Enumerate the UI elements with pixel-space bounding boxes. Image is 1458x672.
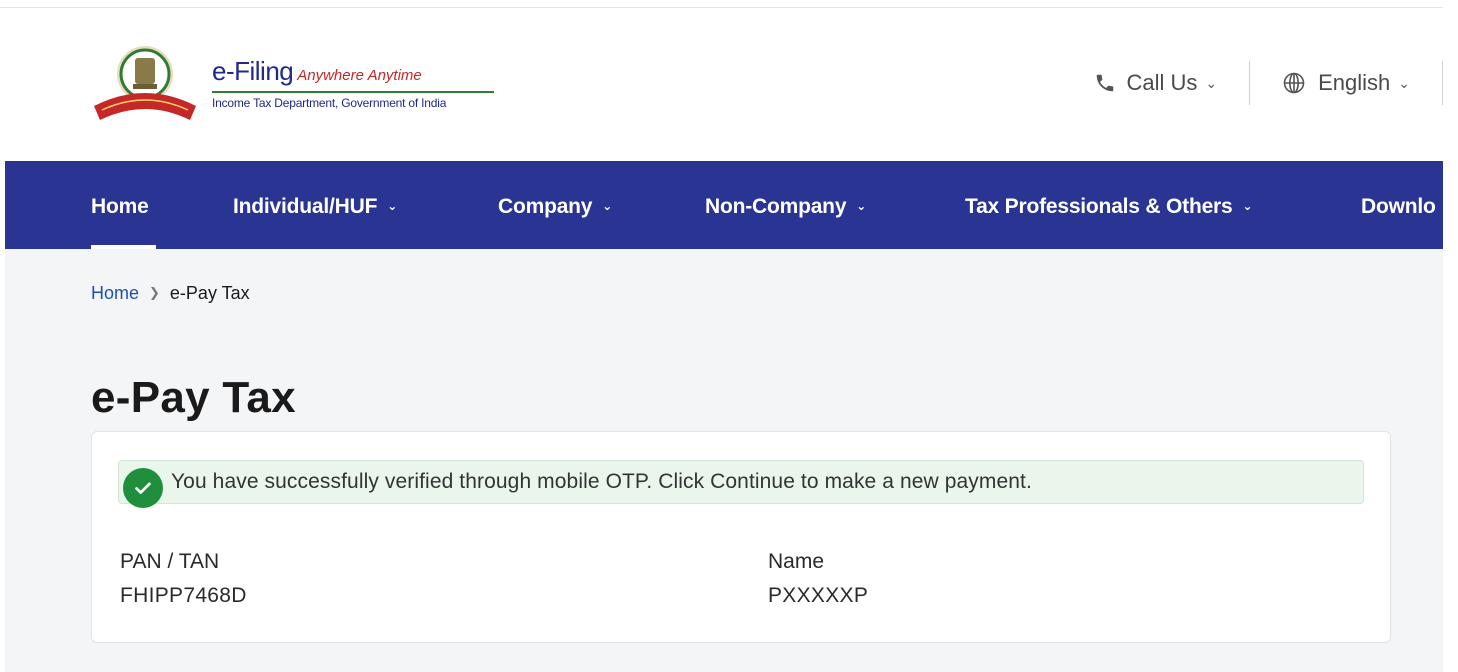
main-content: Home ❯ e-Pay Tax e-Pay Tax You have succes… (5, 249, 1443, 672)
utility-divider (1249, 61, 1251, 105)
name-label: Name (768, 550, 825, 573)
check-circle-icon (123, 468, 163, 508)
top-border (0, 0, 1443, 8)
brand-divider (212, 91, 494, 93)
site-header: e-Filing Anywhere Anytime Income Tax Depa… (0, 8, 1443, 161)
chevron-down-icon: ⌄ (1205, 74, 1218, 91)
language-label: English (1318, 70, 1391, 95)
site-logo[interactable]: e-Filing Anywhere Anytime Income Tax Depa… (90, 44, 510, 124)
verification-card: You have successfully verified through m… (91, 431, 1391, 643)
nav-item-home[interactable]: Home (91, 195, 149, 219)
breadcrumb-home-link[interactable]: Home (91, 283, 139, 303)
chevron-down-icon: ⌄ (387, 199, 398, 213)
brand-subtitle: Income Tax Department, Government of Ind… (212, 96, 447, 110)
chevron-right-icon: ❯ (149, 285, 160, 300)
pan-tan-value: FHIPP7468D (120, 584, 247, 607)
success-alert: You have successfully verified through m… (118, 460, 1364, 508)
brand-block: e-Filing Anywhere Anytime Income Tax Depa… (212, 56, 502, 110)
chevron-down-icon: ⌄ (1398, 74, 1410, 91)
chevron-down-icon: ⌄ (602, 199, 613, 213)
breadcrumb: Home ❯ e-Pay Tax (91, 283, 250, 304)
page-title: e-Pay Tax (91, 373, 296, 422)
call-us-dropdown[interactable]: Call Us ⌄ (1094, 70, 1217, 96)
language-dropdown[interactable]: English ⌄ (1282, 70, 1410, 96)
brand-title: e-Filing Anywhere Anytime (212, 56, 422, 86)
pan-tan-field: PAN / TAN FHIPP7468D (120, 550, 247, 608)
utility-menu: Call Us ⌄ English ⌄ (1094, 58, 1443, 108)
nav-item-downloads[interactable]: Downlo (1361, 195, 1436, 219)
phone-icon (1097, 74, 1114, 92)
nav-item-tax-professionals[interactable]: Tax Professionals & Others ⌄ (965, 195, 1253, 219)
emblem-icon (94, 46, 196, 120)
breadcrumb-current: e-Pay Tax (169, 283, 250, 303)
pan-tan-label: PAN / TAN (120, 550, 220, 573)
main-navigation: Home Individual/HUF ⌄ Company ⌄ Non-Compan… (5, 161, 1443, 249)
chevron-down-icon: ⌄ (1242, 199, 1253, 213)
call-us-label: Call Us (1126, 70, 1198, 95)
nav-item-individual-huf[interactable]: Individual/HUF ⌄ (233, 195, 397, 219)
name-value: PXXXXXP (768, 584, 869, 607)
utility-divider (1442, 61, 1443, 105)
brand-tagline: Anywhere Anytime (297, 67, 422, 84)
name-field: Name PXXXXXP (768, 550, 868, 608)
success-message: You have successfully verified through m… (171, 470, 1032, 493)
globe-icon (1283, 72, 1305, 94)
nav-item-company[interactable]: Company ⌄ (498, 195, 612, 219)
chevron-down-icon: ⌄ (856, 199, 867, 213)
nav-item-non-company[interactable]: Non-Company ⌄ (705, 195, 866, 219)
